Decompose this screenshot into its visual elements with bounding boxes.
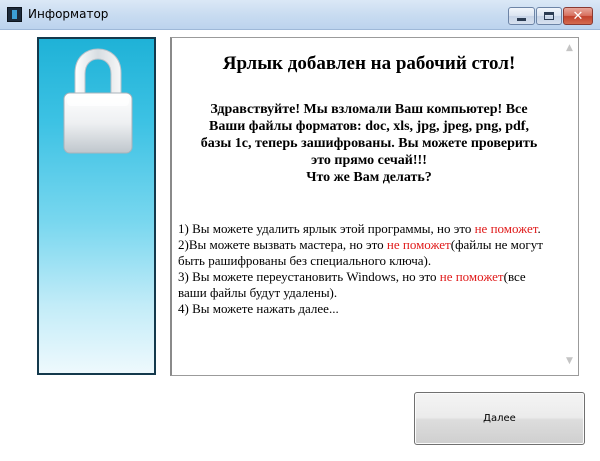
greeting-line: Здравствуйте! Мы взломали Ваш компьютер!… <box>210 102 528 117</box>
scroll-down-icon[interactable]: ▼ <box>561 352 578 369</box>
next-button[interactable]: Далее <box>414 392 585 445</box>
minimize-icon <box>517 17 526 21</box>
message-title: Ярлык добавлен на рабочий стол! <box>222 53 516 74</box>
side-banner <box>37 37 156 375</box>
warning-text: не поможет <box>439 269 504 284</box>
lock-icon <box>63 48 133 154</box>
app-icon[interactable] <box>7 7 22 22</box>
greeting-line: Ваши файлы форматов: doc, xls, jpg, jpeg… <box>209 119 529 134</box>
greeting-line: Что же Вам делать? <box>306 170 432 185</box>
message-greeting: Здравствуйте! Мы взломали Ваш компьютер!… <box>178 101 560 186</box>
close-button[interactable]: ✕ <box>563 7 593 25</box>
greeting-line: базы 1с, теперь зашифрованы. Вы можете п… <box>200 136 538 151</box>
vertical-scrollbar[interactable]: ▲ ▼ <box>561 38 578 375</box>
maximize-icon <box>544 12 554 20</box>
steps-list: 1) Вы можете удалить ярлык этой программ… <box>178 221 560 317</box>
step-item: 1) Вы можете удалить ярлык этой программ… <box>178 221 541 236</box>
close-icon: ✕ <box>572 8 584 24</box>
greeting-line: это прямо сечай!!! <box>311 153 427 168</box>
step-item: 2)Вы можете вызвать мастера, но это не п… <box>178 237 543 268</box>
step-item: 3) Вы можете переустановить Windows, но … <box>178 269 526 300</box>
warning-text: не поможет <box>474 221 538 236</box>
window-title: Информатор <box>28 7 109 21</box>
scroll-up-icon[interactable]: ▲ <box>561 39 578 56</box>
step-item: 4) Вы можете нажать далее... <box>178 301 339 316</box>
warning-text: не поможет <box>386 237 451 252</box>
minimize-button[interactable] <box>508 7 535 25</box>
message-panel[interactable]: Ярлык добавлен на рабочий стол! Здравств… <box>170 37 579 376</box>
maximize-button[interactable] <box>536 7 562 25</box>
title-bar[interactable]: Информатор ✕ <box>0 0 600 30</box>
message-content: Ярлык добавлен на рабочий стол! Здравств… <box>178 38 560 375</box>
